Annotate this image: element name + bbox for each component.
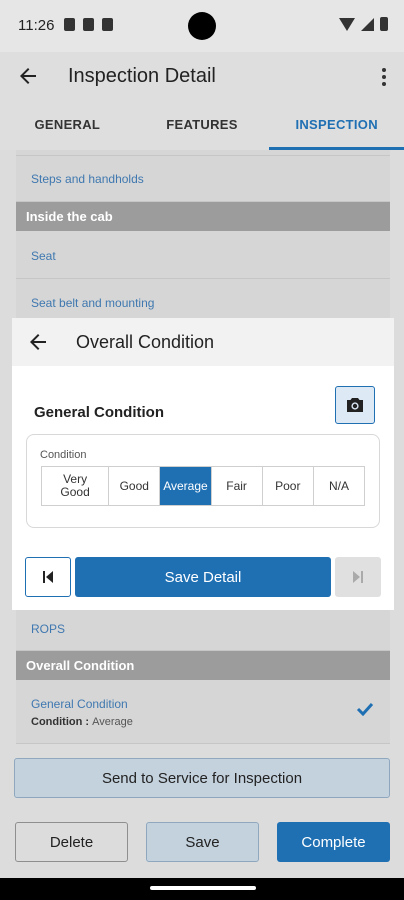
system-nav-bar — [0, 878, 404, 900]
sim-icon — [83, 18, 94, 31]
list-item-seat[interactable]: Seat — [16, 231, 390, 279]
notification-icons — [64, 18, 113, 31]
dialog-header: Overall Condition — [12, 318, 394, 366]
section-header-overall: Overall Condition — [16, 651, 390, 680]
page-title: Inspection Detail — [68, 65, 216, 87]
condition-value: Average — [92, 716, 133, 728]
battery-icon — [380, 17, 388, 31]
system-icons — [339, 17, 388, 31]
home-gesture-handle[interactable] — [150, 886, 256, 890]
condition-selector: Very Good Good Average Fair Poor N/A — [41, 466, 365, 506]
delete-button[interactable]: Delete — [15, 822, 128, 862]
more-options-icon[interactable] — [382, 68, 386, 86]
tab-bar: GENERAL FEATURES INSPECTION — [0, 102, 404, 150]
previous-button[interactable] — [25, 557, 71, 597]
option-poor[interactable]: Poor — [263, 467, 314, 505]
list-item-general-condition[interactable]: General Condition Condition : Average — [16, 680, 390, 744]
condition-card: Condition Very Good Good Average Fair Po… — [26, 434, 380, 528]
inspection-list: Steps and handholds Inside the cab Seat … — [16, 150, 390, 327]
camera-button[interactable] — [335, 386, 375, 424]
back-arrow-icon[interactable] — [16, 64, 40, 88]
checkmark-icon — [356, 702, 374, 716]
tab-features[interactable]: FEATURES — [135, 102, 270, 150]
skip-next-icon — [353, 571, 363, 583]
tab-inspection[interactable]: INSPECTION — [269, 102, 404, 150]
back-arrow-icon[interactable] — [26, 330, 50, 354]
camera-cutout — [188, 12, 216, 40]
option-good[interactable]: Good — [109, 467, 161, 505]
status-bar: 11:26 — [0, 0, 404, 52]
wifi-icon — [339, 17, 355, 31]
shield-icon — [64, 18, 75, 31]
section-header-cab: Inside the cab — [16, 202, 390, 231]
list-item-steps[interactable]: Steps and handholds — [16, 156, 390, 202]
status-time: 11:26 — [18, 17, 55, 34]
option-fair[interactable]: Fair — [212, 467, 263, 505]
skip-previous-icon — [43, 571, 53, 583]
option-very-good[interactable]: Very Good — [42, 467, 110, 505]
complete-button[interactable]: Complete — [277, 822, 390, 862]
camera-icon — [347, 398, 363, 412]
condition-key: Condition — [31, 716, 83, 728]
next-button[interactable] — [335, 557, 381, 597]
general-condition-summary: Condition : Average — [31, 716, 133, 728]
send-to-service-button[interactable]: Send to Service for Inspection — [14, 758, 390, 798]
signal-icon — [361, 17, 374, 31]
overall-condition-dialog: Overall Condition General Condition Cond… — [12, 318, 394, 610]
app-notification-icon — [102, 18, 113, 31]
field-title: General Condition — [34, 404, 165, 421]
inspection-list-lower: ROPS Overall Condition General Condition… — [16, 610, 390, 744]
dialog-title: Overall Condition — [76, 332, 215, 352]
list-item-rops[interactable]: ROPS — [16, 610, 390, 651]
save-button[interactable]: Save — [146, 822, 259, 862]
general-condition-title: General Condition — [31, 697, 128, 711]
save-detail-button[interactable]: Save Detail — [75, 557, 331, 597]
option-na[interactable]: N/A — [314, 467, 364, 505]
app-bar: Inspection Detail — [0, 52, 404, 102]
tab-general[interactable]: GENERAL — [0, 102, 135, 150]
option-average[interactable]: Average — [160, 467, 212, 505]
condition-label: Condition — [40, 449, 87, 461]
